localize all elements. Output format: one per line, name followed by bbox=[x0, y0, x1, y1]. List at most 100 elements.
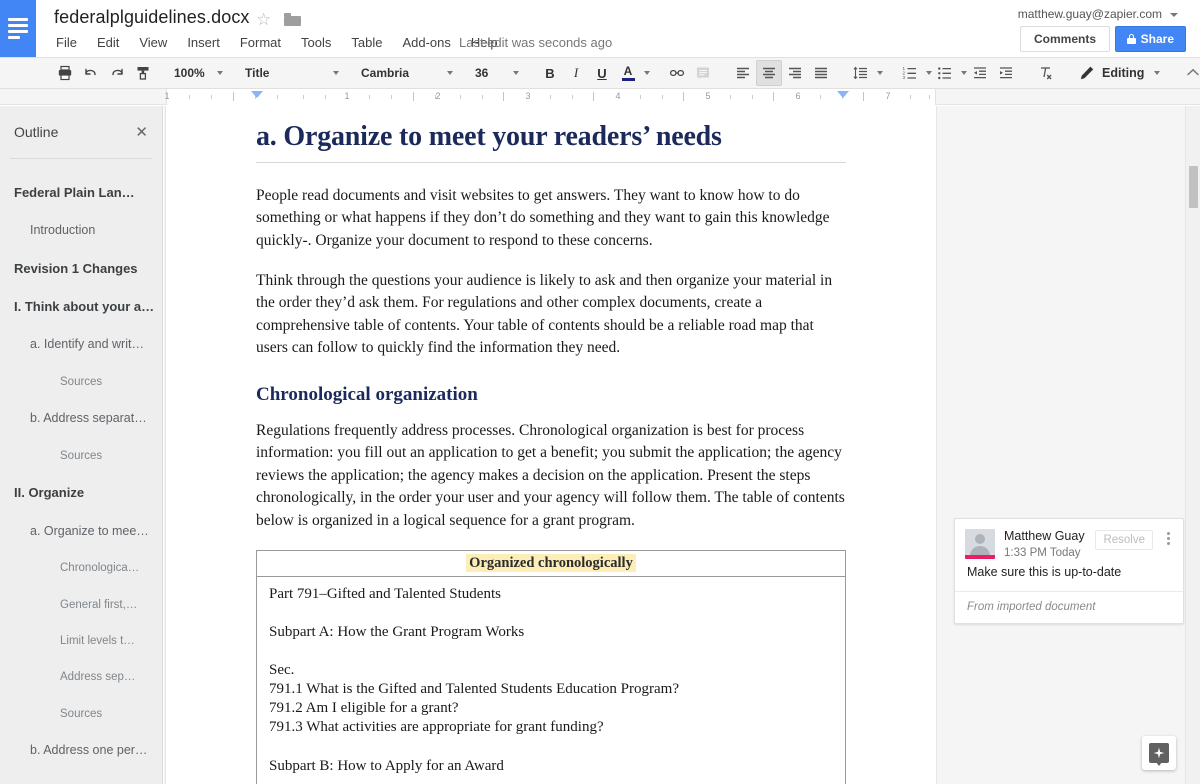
outline-item[interactable]: General first,… bbox=[0, 587, 162, 623]
chevron-down-icon[interactable] bbox=[644, 71, 650, 75]
outline-item[interactable]: Sources bbox=[0, 364, 162, 400]
underline-button[interactable]: U bbox=[589, 60, 615, 86]
chevron-down-icon[interactable] bbox=[877, 71, 883, 75]
outline-item[interactable]: b. Address one per… bbox=[0, 732, 162, 770]
menu-edit[interactable]: Edit bbox=[87, 33, 129, 52]
outline-item[interactable]: Revision 1 Changes bbox=[0, 250, 162, 288]
ruler-number: 5 bbox=[705, 91, 711, 101]
scrollbar-thumb[interactable] bbox=[1189, 166, 1198, 208]
outline-item[interactable]: Federal Plain Lan… bbox=[0, 174, 162, 212]
document-page[interactable]: a. Organize to meet your readers’ needs … bbox=[166, 106, 936, 784]
paragraph-style-selector[interactable]: Title bbox=[241, 61, 343, 85]
align-center-icon[interactable] bbox=[756, 60, 782, 86]
font-selector[interactable]: Cambria bbox=[357, 61, 457, 85]
toc-line bbox=[269, 604, 833, 623]
chevron-down-icon[interactable] bbox=[1170, 13, 1178, 17]
svg-text:3: 3 bbox=[903, 75, 906, 80]
mode-label: Editing bbox=[1102, 66, 1145, 80]
outline-item[interactable]: Address sep… bbox=[0, 659, 162, 695]
chevron-up-icon[interactable] bbox=[1180, 60, 1200, 86]
clear-formatting-icon[interactable] bbox=[1033, 60, 1059, 86]
outline-item[interactable]: Sources bbox=[0, 438, 162, 474]
comment-card[interactable]: Matthew Guay 1:33 PM Today Resolve Make … bbox=[954, 518, 1184, 624]
numbered-list-icon[interactable]: 123 bbox=[897, 60, 923, 86]
menu-format[interactable]: Format bbox=[230, 33, 291, 52]
text-color-button[interactable]: A bbox=[615, 60, 641, 86]
comments-button[interactable]: Comments bbox=[1019, 26, 1110, 52]
star-icon[interactable]: ☆ bbox=[256, 11, 274, 29]
chevron-down-icon bbox=[1154, 71, 1161, 75]
increase-indent-icon[interactable] bbox=[993, 60, 1019, 86]
ruler-track[interactable]: 1 1 2 3 4 5 6 7 bbox=[164, 89, 936, 105]
explore-button[interactable] bbox=[1142, 736, 1176, 770]
page-heading: a. Organize to meet your readers’ needs bbox=[256, 121, 722, 152]
menu-addons[interactable]: Add-ons bbox=[392, 33, 460, 52]
left-indent-marker[interactable] bbox=[251, 91, 263, 98]
document-title[interactable]: federalplguidelines.docx bbox=[54, 7, 250, 28]
bulleted-list-icon[interactable] bbox=[932, 60, 958, 86]
chevron-down-icon bbox=[333, 71, 339, 75]
outline-item[interactable]: II. Organize bbox=[0, 474, 162, 512]
outline-item[interactable]: Introduction bbox=[0, 212, 162, 250]
undo-icon[interactable] bbox=[78, 60, 104, 86]
ruler[interactable]: 1 1 2 3 4 5 6 7 bbox=[0, 89, 1200, 105]
link-icon[interactable] bbox=[664, 60, 690, 86]
menu-bar: File Edit View Insert Format Tools Table… bbox=[54, 33, 508, 52]
outline-item[interactable]: b. Address separat… bbox=[0, 400, 162, 438]
share-button[interactable]: Share bbox=[1114, 26, 1186, 52]
lock-icon bbox=[1126, 34, 1136, 44]
decrease-indent-icon[interactable] bbox=[967, 60, 993, 86]
toc-line: Part 791–Gifted and Talented Students bbox=[269, 586, 501, 603]
text-color-swatch bbox=[621, 78, 635, 81]
account-email[interactable]: matthew.guay@zapier.com bbox=[1018, 7, 1162, 21]
align-justify-icon[interactable] bbox=[808, 60, 834, 86]
align-right-icon[interactable] bbox=[782, 60, 808, 86]
outline-item[interactable]: a. Identify and writ… bbox=[0, 326, 162, 364]
underline-label: U bbox=[597, 65, 607, 81]
bold-button[interactable]: B bbox=[537, 60, 563, 86]
ruler-number: 7 bbox=[885, 91, 891, 101]
toc-table[interactable]: Organized chronologically Part 791–Gifte… bbox=[256, 550, 846, 784]
resolve-button[interactable]: Resolve bbox=[1095, 530, 1153, 550]
comment-text: Make sure this is up-to-date bbox=[967, 565, 1122, 579]
menu-table[interactable]: Table bbox=[341, 33, 392, 52]
toc-line: 791.2 Am I eligible for a grant? bbox=[269, 700, 459, 717]
paragraph: People read documents and visit websites… bbox=[256, 186, 830, 249]
font-size-selector[interactable]: 36 bbox=[471, 61, 523, 85]
zoom-selector[interactable]: 100% bbox=[170, 61, 227, 85]
add-comment-icon[interactable] bbox=[690, 60, 716, 86]
menu-view[interactable]: View bbox=[129, 33, 177, 52]
outline-item[interactable]: Chronologica… bbox=[0, 550, 162, 586]
last-edit-status[interactable]: Last edit was seconds ago bbox=[459, 35, 612, 50]
redo-icon[interactable] bbox=[104, 60, 130, 86]
right-indent-marker[interactable] bbox=[837, 91, 849, 98]
comment-meta: Matthew Guay 1:33 PM Today bbox=[1004, 529, 1085, 559]
menu-file[interactable]: File bbox=[54, 33, 87, 52]
toc-line bbox=[269, 776, 833, 784]
italic-button[interactable]: I bbox=[563, 60, 589, 86]
mode-selector[interactable]: Editing bbox=[1071, 60, 1166, 86]
folder-icon[interactable] bbox=[284, 13, 301, 26]
vertical-scrollbar[interactable] bbox=[1185, 106, 1200, 784]
line-spacing-icon[interactable] bbox=[848, 60, 874, 86]
chevron-down-icon bbox=[447, 71, 453, 75]
outline-item[interactable]: a. Organize to mee… bbox=[0, 513, 162, 551]
close-icon[interactable]: ✕ bbox=[135, 125, 148, 140]
paint-format-icon[interactable] bbox=[130, 60, 156, 86]
chevron-down-icon bbox=[217, 71, 223, 75]
outline-item[interactable]: I. Think about your a… bbox=[0, 288, 162, 326]
paragraph-style-value: Title bbox=[245, 66, 270, 80]
document-canvas[interactable]: a. Organize to meet your readers’ needs … bbox=[164, 106, 1200, 784]
google-docs-window: federalplguidelines.docx ☆ File Edit Vie… bbox=[0, 0, 1200, 784]
comments-button-label: Comments bbox=[1033, 32, 1096, 46]
menu-tools[interactable]: Tools bbox=[291, 33, 341, 52]
font-size-value: 36 bbox=[475, 66, 489, 80]
more-vertical-icon[interactable] bbox=[1161, 532, 1175, 545]
docs-logo-icon[interactable] bbox=[0, 0, 36, 57]
align-left-icon[interactable] bbox=[730, 60, 756, 86]
outline-item[interactable]: Sources bbox=[0, 696, 162, 732]
menu-insert[interactable]: Insert bbox=[177, 33, 230, 52]
print-icon[interactable] bbox=[52, 60, 78, 86]
outline-item[interactable]: Limit levels t… bbox=[0, 623, 162, 659]
toc-line: 791.1 What is the Gifted and Talented St… bbox=[269, 681, 679, 698]
